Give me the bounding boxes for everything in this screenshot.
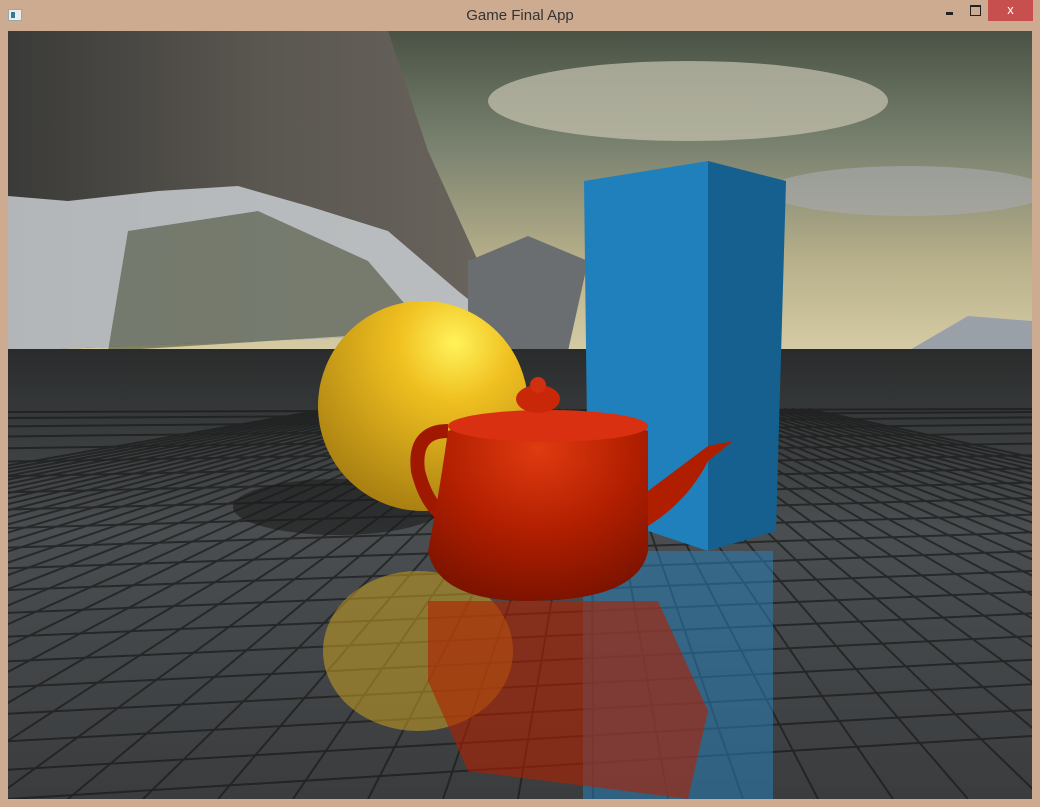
title-bar[interactable]: Game Final App x: [0, 0, 1040, 31]
close-button[interactable]: x: [988, 0, 1033, 21]
scene-render: [8, 31, 1032, 799]
minimize-button[interactable]: [938, 0, 964, 21]
window-title: Game Final App: [466, 7, 574, 24]
teapot-reflection: [428, 601, 708, 799]
blue-box-side: [708, 161, 786, 551]
maximize-button[interactable]: [964, 0, 990, 21]
cloud: [488, 61, 888, 141]
game-viewport[interactable]: [8, 31, 1032, 799]
